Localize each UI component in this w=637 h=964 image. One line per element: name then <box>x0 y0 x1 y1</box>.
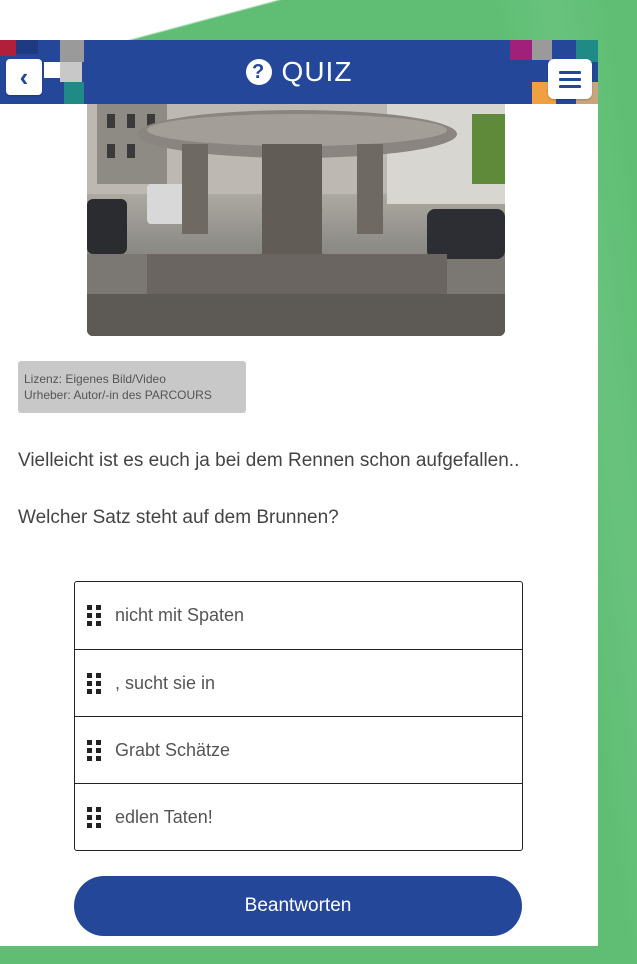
list-item-label: Grabt Schätze <box>115 739 231 760</box>
list-item[interactable]: edlen Taten! <box>75 783 522 850</box>
sortable-answer-list: nicht mit Spaten , sucht sie in Grabt Sc… <box>74 581 523 851</box>
quiz-image <box>87 104 505 336</box>
list-item[interactable]: nicht mit Spaten <box>75 582 522 649</box>
author-text: Urheber: Autor/-in des PARCOURS <box>24 388 212 402</box>
drag-handle-icon[interactable] <box>87 806 101 828</box>
list-item-label: , sucht sie in <box>115 672 216 693</box>
drag-handle-icon[interactable] <box>87 739 101 761</box>
drag-handle-icon[interactable] <box>87 672 101 694</box>
list-item[interactable]: Grabt Schätze <box>75 716 522 783</box>
list-item-label: nicht mit Spaten <box>115 605 245 625</box>
list-item-label: edlen Taten! <box>115 806 213 827</box>
intro-text: Vielleicht ist es euch ja bei dem Rennen… <box>18 450 520 471</box>
question-circle-icon: ? <box>245 59 272 85</box>
app-header: ‹ ? QUIZ <box>0 40 598 104</box>
hamburger-menu-icon <box>559 70 581 74</box>
page-title: QUIZ <box>281 56 353 87</box>
hamburger-line <box>559 84 581 88</box>
image-license: Lizenz: Eigenes Bild/Video Urheber: Auto… <box>18 361 246 413</box>
menu-button[interactable] <box>548 59 592 99</box>
hamburger-line <box>559 77 581 81</box>
submit-answer-button[interactable]: Beantworten <box>74 876 522 936</box>
header-title: ? QUIZ <box>0 40 598 104</box>
license-text: Lizenz: Eigenes Bild/Video <box>24 372 166 386</box>
app-screen: ‹ ? QUIZ Lizenz: Eigenes Bild/Video Urhe… <box>0 40 598 946</box>
drag-handle-icon[interactable] <box>87 605 101 626</box>
question-text: Welcher Satz steht auf dem Brunnen? <box>18 507 339 528</box>
fountain-image <box>87 104 505 336</box>
list-item[interactable]: , sucht sie in <box>75 649 522 716</box>
